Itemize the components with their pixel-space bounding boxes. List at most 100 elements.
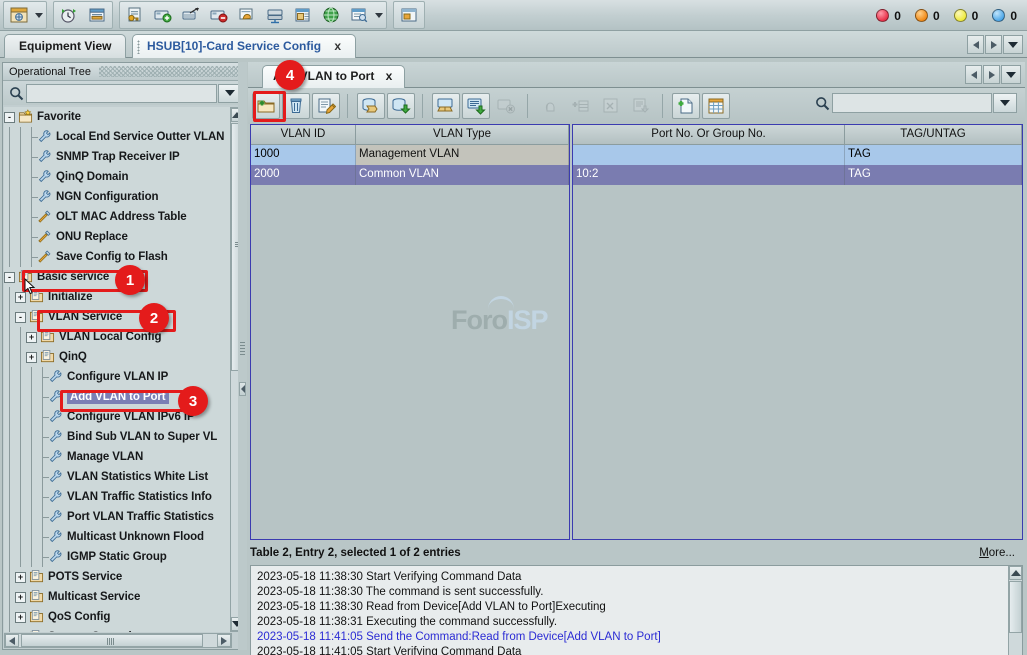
vlan-service-tree-node[interactable]: -VLAN Service <box>4 307 232 327</box>
card-add-icon[interactable] <box>150 3 176 27</box>
major-alarm-indicator[interactable]: 0 <box>915 9 940 23</box>
critical-alarm-indicator[interactable]: 0 <box>876 9 901 23</box>
vlan-statistics-white-list-tree-node[interactable]: VLAN Statistics White List <box>4 467 232 487</box>
globe-icon[interactable] <box>318 3 344 27</box>
new-window-icon[interactable] <box>6 3 32 27</box>
panel-splitter[interactable] <box>238 62 247 650</box>
scroll-left-button[interactable] <box>5 634 19 647</box>
log-scroll-thumb[interactable] <box>1009 581 1022 633</box>
vlan-local-config-tree-node[interactable]: +VLAN Local Config <box>4 327 232 347</box>
tab-prev-button[interactable] <box>967 35 984 54</box>
edit-record-button[interactable] <box>312 93 340 119</box>
tree-expander-icon[interactable]: - <box>15 312 26 323</box>
close-icon[interactable]: x <box>386 69 393 83</box>
tree-expander-icon[interactable]: + <box>15 612 26 623</box>
cell-port-no: 10:2 <box>573 165 845 185</box>
key-config-icon[interactable] <box>122 3 148 27</box>
column-header-vlan-id[interactable]: VLAN ID <box>251 125 356 144</box>
tree-expander-icon[interactable]: - <box>4 112 15 123</box>
tab-card-service-config[interactable]: HSUB[10]-Card Service Config x <box>132 34 356 58</box>
save-to-database-button[interactable] <box>387 93 415 119</box>
column-header-tag-untag[interactable]: TAG/UNTAG <box>845 125 1022 144</box>
table-row[interactable]: 1000 Management VLAN <box>251 145 569 165</box>
port-vlan-traffic-statistics-tree-node[interactable]: Port VLAN Traffic Statistics <box>4 507 232 527</box>
tab-next-button[interactable] <box>985 35 1002 54</box>
timer-icon[interactable] <box>56 3 82 27</box>
write-to-device-button[interactable] <box>462 93 490 119</box>
content-tab-bar: Add VLAN to Port x <box>248 62 1025 88</box>
tree-search-input[interactable] <box>26 84 217 103</box>
document-config-icon[interactable] <box>346 3 372 27</box>
toolbar-separator <box>347 94 348 118</box>
content-search-dropdown-button[interactable] <box>993 93 1017 113</box>
warning-alarm-indicator[interactable]: 0 <box>992 9 1017 23</box>
multicast-service-tree-node[interactable]: +Multicast Service <box>4 587 232 607</box>
olt-mac-address-table-tree-node[interactable]: OLT MAC Address Table <box>4 207 232 227</box>
dropdown-caret-icon[interactable] <box>33 4 45 26</box>
report-icon[interactable] <box>84 3 110 27</box>
minor-alarm-indicator[interactable]: 0 <box>954 9 979 23</box>
column-header-vlan-type[interactable]: VLAN Type <box>356 125 569 144</box>
panel-icon[interactable] <box>396 3 422 27</box>
onu-replace-tree-node[interactable]: ONU Replace <box>4 227 232 247</box>
operational-tree[interactable]: -FavoriteLocal End Service Outter VLANSN… <box>4 107 232 632</box>
network-link-icon[interactable] <box>178 3 204 27</box>
bind-sub-vlan-to-super-vl-tree-node[interactable]: Bind Sub VLAN to Super VL <box>4 427 232 447</box>
igmp-static-group-tree-node[interactable]: IGMP Static Group <box>4 547 232 567</box>
alarm-hand-icon[interactable] <box>234 3 260 27</box>
content-search-input[interactable] <box>832 93 992 113</box>
more-link[interactable]: More... <box>979 547 1015 559</box>
command-log-panel[interactable]: 2023-05-18 11:38:30 Start Verifying Comm… <box>250 565 1023 655</box>
vlan-table-right[interactable]: Port No. Or Group No. TAG/UNTAG TAG 10:2… <box>572 124 1023 540</box>
tree-expander-icon[interactable]: + <box>26 352 37 363</box>
log-vertical-scrollbar[interactable] <box>1008 566 1022 655</box>
table-row[interactable]: 10:2 TAG <box>573 165 1022 185</box>
close-icon[interactable]: x <box>334 39 341 53</box>
multicast-unknown-flood-tree-node[interactable]: Multicast Unknown Flood <box>4 527 232 547</box>
local-end-service-outter-vlan-tree-node[interactable]: Local End Service Outter VLAN <box>4 127 232 147</box>
log-scroll-up-button[interactable] <box>1009 566 1022 580</box>
tree-guide <box>4 607 15 627</box>
vlan-table-left[interactable]: VLAN ID VLAN Type 1000 Management VLAN 2… <box>250 124 570 540</box>
content-tab-next-button[interactable] <box>983 65 1000 84</box>
snmp-trap-receiver-ip-tree-node[interactable]: SNMP Trap Receiver IP <box>4 147 232 167</box>
content-tab-list-button[interactable] <box>1001 65 1021 84</box>
read-from-database-button[interactable] <box>357 93 385 119</box>
configure-vlan-ip-tree-node[interactable]: Configure VLAN IP <box>4 367 232 387</box>
board-list-icon[interactable] <box>290 3 316 27</box>
card-remove-icon[interactable] <box>206 3 232 27</box>
save-config-to-flash-tree-node[interactable]: Save Config to Flash <box>4 247 232 267</box>
tab-equipment-view[interactable]: Equipment View <box>4 34 126 58</box>
manage-vlan-tree-node[interactable]: Manage VLAN <box>4 447 232 467</box>
column-header-port-no[interactable]: Port No. Or Group No. <box>573 125 845 144</box>
dropdown-caret-icon[interactable] <box>373 4 385 26</box>
add-record-button[interactable] <box>252 93 280 119</box>
delete-record-button[interactable] <box>282 93 310 119</box>
favorite-tree-node[interactable]: -Favorite <box>4 107 232 127</box>
qos-config-tree-node[interactable]: +QoS Config <box>4 607 232 627</box>
pots-service-tree-node[interactable]: +POTS Service <box>4 567 232 587</box>
tree-expander-icon[interactable]: + <box>15 572 26 583</box>
tree-expander-icon[interactable]: + <box>15 632 26 633</box>
tab-list-button[interactable] <box>1003 35 1023 54</box>
tree-horizontal-scrollbar[interactable] <box>4 633 232 648</box>
qinq-domain-tree-node[interactable]: QinQ Domain <box>4 167 232 187</box>
tree-expander-icon[interactable]: + <box>26 332 37 343</box>
tree-guide <box>15 167 26 187</box>
qinq-tree-node[interactable]: +QinQ <box>4 347 232 367</box>
ngn-configuration-tree-node[interactable]: NGN Configuration <box>4 187 232 207</box>
content-tab-prev-button[interactable] <box>965 65 982 84</box>
splitter-collapse-button[interactable] <box>239 382 246 396</box>
read-from-device-button[interactable] <box>432 93 460 119</box>
tree-expander-icon[interactable]: + <box>15 592 26 603</box>
grid-view-button[interactable] <box>702 93 730 119</box>
table-row[interactable]: TAG <box>573 145 1022 165</box>
system-control-tree-node[interactable]: +System Control <box>4 627 232 632</box>
new-page-button[interactable] <box>672 93 700 119</box>
scroll-right-button[interactable] <box>217 634 231 647</box>
vlan-traffic-statistics-info-tree-node[interactable]: VLAN Traffic Statistics Info <box>4 487 232 507</box>
tree-expander-icon[interactable]: - <box>4 272 15 283</box>
hscroll-thumb[interactable] <box>21 634 203 647</box>
device-rack-icon[interactable] <box>262 3 288 27</box>
table-row[interactable]: 2000 Common VLAN <box>251 165 569 185</box>
